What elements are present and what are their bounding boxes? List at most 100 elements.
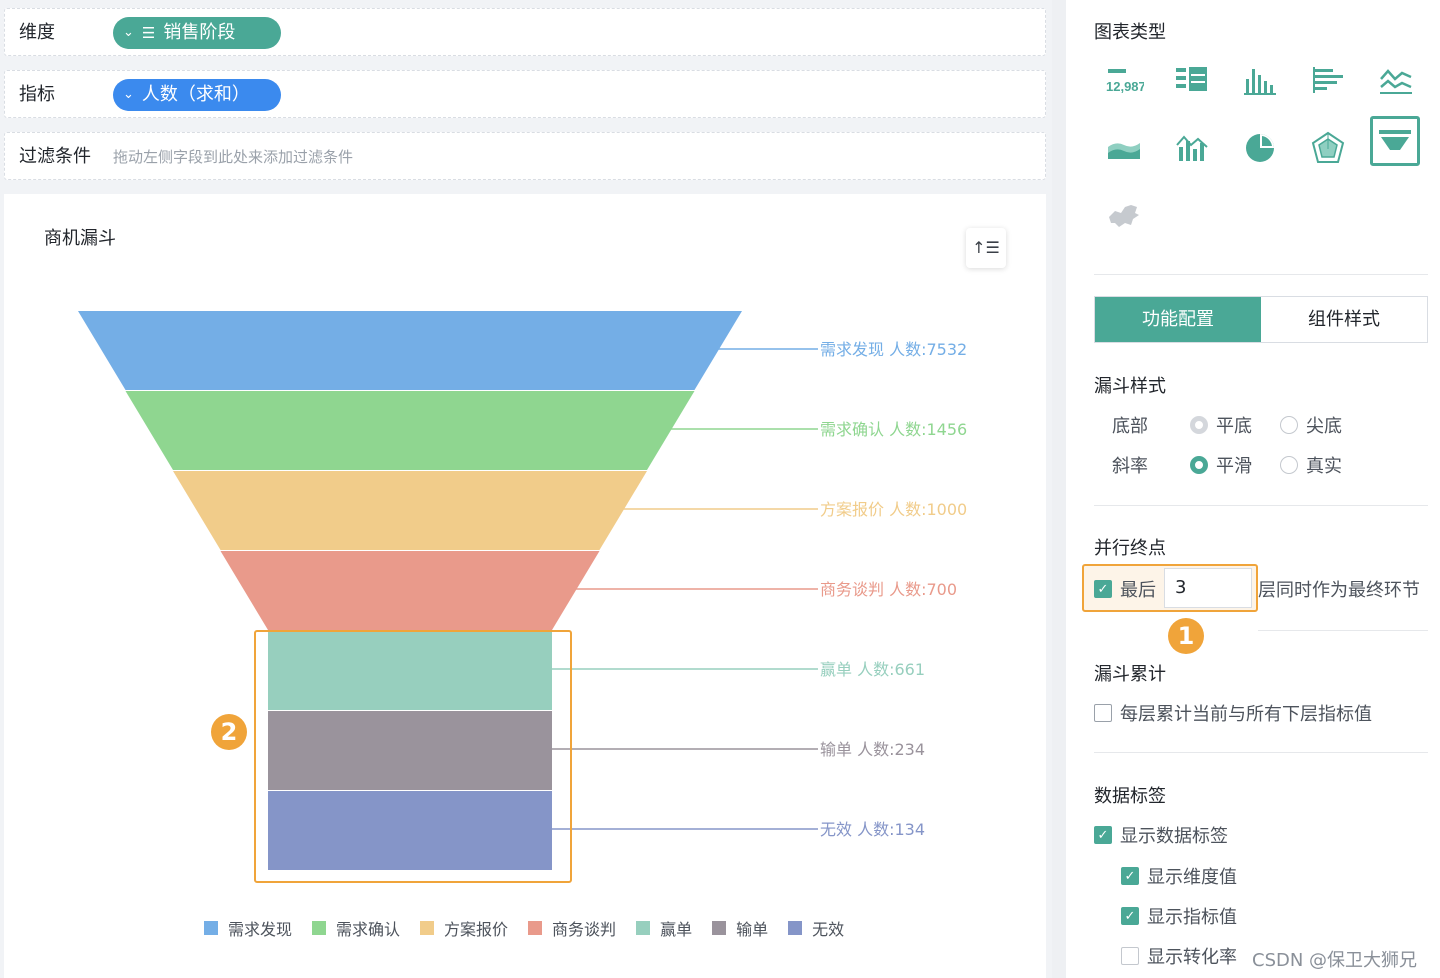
radio-dot	[1190, 456, 1208, 474]
dimension-label: 维度	[19, 22, 55, 43]
funnel-layer[interactable]	[220, 551, 600, 630]
tab-function-config[interactable]: 功能配置	[1095, 297, 1261, 342]
legend-item[interactable]: 需求发现	[204, 916, 292, 940]
combo-chart-icon[interactable]	[1162, 118, 1222, 178]
filter-row[interactable]: 过滤条件 拖动左侧字段到此处来添加过滤条件	[4, 132, 1046, 180]
legend-label: 需求确认	[336, 920, 401, 939]
legend-swatch	[712, 921, 727, 935]
checkbox-checked-icon: ✓	[1094, 580, 1112, 598]
legend-item[interactable]: 方案报价	[420, 916, 508, 940]
watermark: CSDN @保卫大狮兄	[1252, 950, 1418, 971]
config-tabs: 功能配置 组件样式	[1094, 296, 1428, 343]
column-chart-icon[interactable]	[1230, 50, 1290, 110]
show-metric-checkbox[interactable]: ✓ 显示指标值	[1121, 903, 1237, 929]
radio-dot	[1280, 456, 1298, 474]
show-conversion-checkbox[interactable]: 显示转化率	[1121, 943, 1237, 969]
divider	[1094, 752, 1428, 753]
map-chart-icon[interactable]	[1094, 186, 1154, 246]
chart-legend: 需求发现 需求确认 方案报价 商务谈判 赢单 输单 无效	[204, 916, 844, 940]
legend-item[interactable]: 需求确认	[312, 916, 400, 940]
slope-label: 斜率	[1112, 456, 1148, 477]
legend-swatch	[636, 921, 651, 935]
funnel-layer[interactable]	[173, 471, 647, 550]
show-dimension-checkbox[interactable]: ✓ 显示维度值	[1121, 863, 1237, 889]
funnel-data-label: 需求发现 人数:7532	[820, 340, 967, 359]
checkbox-label: 显示转化率	[1147, 947, 1237, 968]
divider	[1258, 630, 1428, 631]
checkbox-unchecked-icon	[1094, 704, 1112, 722]
chart-type-title: 图表类型	[1094, 22, 1166, 43]
dimension-pill[interactable]: ⌄ ☰ 销售阶段	[113, 17, 281, 49]
legend-item[interactable]: 商务谈判	[528, 916, 616, 940]
funnel-layer[interactable]	[78, 311, 742, 390]
checkbox-checked-icon: ✓	[1121, 867, 1139, 885]
radio-flat-bottom[interactable]: 平底	[1190, 412, 1252, 438]
checkbox-label: 显示维度值	[1147, 867, 1237, 888]
checkbox-label: 显示数据标签	[1120, 826, 1228, 847]
kpi-icon-text: 12,987	[1106, 79, 1144, 94]
bottom-label: 底部	[1112, 416, 1148, 437]
radio-dot	[1280, 416, 1298, 434]
legend-item[interactable]: 无效	[788, 916, 844, 940]
filter-label: 过滤条件	[19, 146, 91, 167]
legend-swatch	[204, 921, 218, 935]
legend-label: 赢单	[660, 920, 693, 939]
funnel-layer[interactable]	[125, 391, 695, 470]
chevron-down-icon: ⌄	[123, 87, 134, 102]
checkbox-checked-icon: ✓	[1094, 826, 1112, 844]
area-chart-icon[interactable]	[1094, 118, 1154, 178]
data-label-title: 数据标签	[1094, 786, 1166, 807]
annotation-badge-1: 1	[1168, 618, 1204, 654]
legend-label: 需求发现	[228, 920, 293, 939]
legend-item[interactable]: 赢单	[636, 916, 692, 940]
settings-panel: 图表类型 12,987 功能配置 组件样式 漏斗样式 底部 平底 尖底 斜率 平…	[1066, 0, 1440, 978]
radio-real[interactable]: 真实	[1280, 452, 1342, 478]
checkbox-label: 最后	[1120, 580, 1156, 601]
legend-item[interactable]: 输单	[712, 916, 768, 940]
funnel-data-label: 赢单 人数:661	[820, 660, 925, 679]
radio-pointed-bottom[interactable]: 尖底	[1280, 412, 1342, 438]
radio-label: 真实	[1306, 456, 1342, 477]
parallel-layers-highlight	[254, 630, 572, 883]
field-list-icon: ☰	[141, 24, 156, 42]
funnel-data-label: 商务谈判 人数:700	[820, 580, 957, 599]
dimension-row: 维度 ⌄ ☰ 销售阶段	[4, 8, 1046, 56]
dimension-pill-label: 销售阶段	[163, 22, 236, 43]
radio-smooth[interactable]: 平滑	[1190, 452, 1252, 478]
legend-swatch	[312, 921, 327, 935]
parallel-layers-input[interactable]: 3	[1164, 568, 1252, 608]
metric-pill-label: 人数（求和）	[141, 84, 250, 105]
checkbox-label: 每层累计当前与所有下层指标值	[1120, 704, 1372, 725]
pie-chart-icon[interactable]	[1230, 118, 1290, 178]
kpi-number-icon[interactable]: 12,987	[1094, 50, 1154, 110]
checkbox-unchecked-icon	[1121, 947, 1139, 965]
radio-label: 尖底	[1306, 416, 1342, 437]
filter-drop-hint: 拖动左侧字段到此处来添加过滤条件	[113, 148, 354, 166]
funnel-data-label: 方案报价 人数:1000	[820, 500, 967, 519]
radar-chart-icon[interactable]	[1298, 118, 1358, 178]
funnel-data-label: 需求确认 人数:1456	[820, 420, 967, 439]
divider	[1094, 274, 1428, 275]
funnel-cumulative-title: 漏斗累计	[1094, 664, 1166, 685]
cumulative-checkbox[interactable]: 每层累计当前与所有下层指标值	[1094, 700, 1372, 726]
funnel-data-label: 无效 人数:134	[820, 820, 925, 839]
sort-button[interactable]: ↑☰	[966, 228, 1006, 268]
parallel-suffix-text: 层同时作为最终环节	[1258, 580, 1420, 601]
radio-dot	[1190, 416, 1208, 434]
bar-chart-icon[interactable]	[1298, 50, 1358, 110]
radio-label: 平底	[1216, 416, 1252, 437]
funnel-chart-icon[interactable]	[1370, 116, 1420, 166]
legend-label: 输单	[736, 920, 769, 939]
legend-label: 方案报价	[444, 920, 509, 939]
metric-pill[interactable]: ⌄ 人数（求和）	[113, 79, 281, 111]
chevron-down-icon: ⌄	[123, 25, 134, 40]
line-chart-icon[interactable]	[1366, 50, 1426, 110]
chart-title: 商机漏斗	[44, 228, 116, 249]
legend-label: 无效	[812, 920, 845, 939]
legend-swatch	[420, 921, 435, 935]
parallel-end-checkbox[interactable]: ✓ 最后	[1094, 576, 1156, 602]
show-data-label-checkbox[interactable]: ✓ 显示数据标签	[1094, 822, 1228, 848]
table-icon[interactable]	[1162, 50, 1222, 110]
tab-component-style[interactable]: 组件样式	[1261, 297, 1427, 342]
config-and-chart-area: 维度 ⌄ ☰ 销售阶段 指标 ⌄ 人数（求和） 过滤条件 拖动左侧字段到此处来添…	[0, 0, 1052, 978]
